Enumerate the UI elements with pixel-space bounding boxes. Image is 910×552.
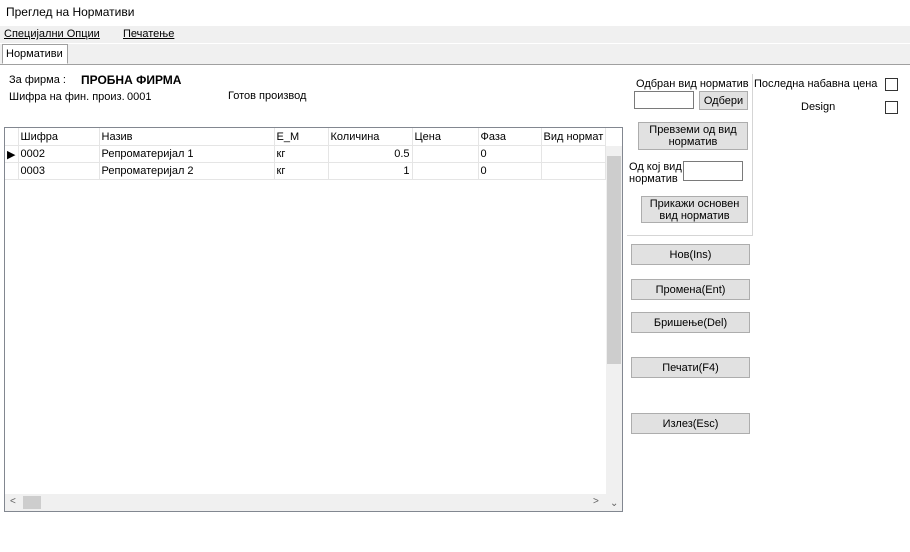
normatives-table: Шифра Назив Е_М Количина Цена Фаза Вид н… — [5, 128, 606, 180]
cell-code[interactable]: 0003 — [18, 162, 100, 180]
firm-name: ПРОБНА ФИРМА — [81, 73, 182, 87]
column-header-code[interactable]: Шифра — [18, 128, 100, 146]
new-button[interactable]: Нов(Ins) — [631, 244, 750, 265]
window-title: Преглед на Нормативи — [6, 5, 135, 19]
cell-phase[interactable]: 0 — [478, 145, 542, 163]
cell-name[interactable]: Репроматеријал 2 — [99, 162, 275, 180]
show-base-norm-button[interactable]: Прикажи основен вид норматив — [641, 196, 748, 223]
table-row[interactable]: 0003 Репроматеријал 2 кг 1 0 — [5, 162, 606, 180]
cell-unit[interactable]: кг — [274, 145, 329, 163]
scroll-left-arrow-icon[interactable]: < — [10, 496, 16, 507]
row-header — [5, 162, 19, 180]
selected-norm-label: Одбран вид норматив — [636, 78, 749, 90]
cell-price[interactable] — [412, 162, 479, 180]
exit-button[interactable]: Излез(Esc) — [631, 413, 750, 434]
tab-normativi[interactable]: Нормативи — [2, 44, 68, 64]
cell-norm-type[interactable] — [541, 162, 606, 180]
from-norm-input[interactable] — [683, 161, 743, 181]
product-name: Готов производ — [228, 90, 307, 102]
column-header-quantity[interactable]: Количина — [328, 128, 413, 146]
from-norm-label: Од кој вид норматив — [629, 161, 682, 185]
last-price-label: Последна набавна цена — [754, 78, 878, 90]
firm-label: За фирма : — [9, 74, 66, 86]
menu-item-printing[interactable]: Печатење — [123, 28, 174, 40]
table-row[interactable]: ▶ 0002 Репроматеријал 1 кг 0.5 0 — [5, 145, 606, 163]
cell-unit[interactable]: кг — [274, 162, 329, 180]
product-code-label: Шифра на фин. произ. — [9, 91, 125, 103]
menu-item-special-options[interactable]: Специјални Опции — [4, 28, 100, 40]
table-header-row: Шифра Назив Е_М Количина Цена Фаза Вид н… — [5, 128, 606, 146]
scroll-right-arrow-icon[interactable]: > — [593, 496, 599, 507]
delete-button[interactable]: Бришење(Del) — [631, 312, 750, 333]
vertical-scrollbar[interactable]: ⌄ — [606, 146, 622, 511]
edit-button[interactable]: Промена(Ent) — [631, 279, 750, 300]
cell-phase[interactable]: 0 — [478, 162, 542, 180]
column-header-phase[interactable]: Фаза — [478, 128, 542, 146]
cell-quantity[interactable]: 0.5 — [328, 145, 413, 163]
normatives-grid[interactable]: Шифра Назив Е_М Количина Цена Фаза Вид н… — [4, 127, 623, 512]
cell-price[interactable] — [412, 145, 479, 163]
design-label: Design — [801, 101, 836, 113]
tab-strip — [0, 44, 910, 65]
take-from-norm-button[interactable]: Превземи од вид норматив — [638, 122, 748, 150]
design-checkbox[interactable] — [885, 101, 898, 114]
print-button[interactable]: Печати(F4) — [631, 357, 750, 378]
vertical-scroll-thumb[interactable] — [607, 156, 621, 364]
cell-name[interactable]: Репроматеријал 1 — [99, 145, 275, 163]
cell-quantity[interactable]: 1 — [328, 162, 413, 180]
column-header-name[interactable]: Назив — [99, 128, 275, 146]
horizontal-scrollbar[interactable]: < > — [5, 494, 606, 511]
selected-norm-input[interactable] — [634, 91, 694, 109]
scroll-down-arrow-icon[interactable]: ⌄ — [610, 498, 618, 509]
column-header-price[interactable]: Цена — [412, 128, 479, 146]
horizontal-scroll-thumb[interactable] — [23, 496, 41, 509]
column-header-norm-type[interactable]: Вид нормат — [541, 128, 606, 146]
last-price-checkbox[interactable] — [885, 78, 898, 91]
select-button[interactable]: Одбери — [699, 91, 748, 110]
cell-code[interactable]: 0002 — [18, 145, 100, 163]
column-header-unit[interactable]: Е_М — [274, 128, 329, 146]
current-row-indicator-icon: ▶ — [5, 145, 19, 163]
cell-norm-type[interactable] — [541, 145, 606, 163]
product-code: 0001 — [127, 91, 152, 103]
row-header-corner — [5, 128, 19, 146]
